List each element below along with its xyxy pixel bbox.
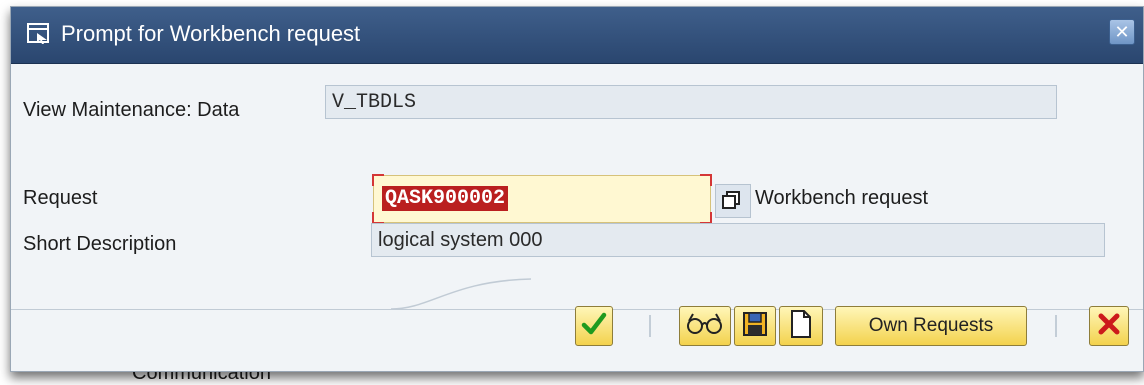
own-requests-button[interactable]: Own Requests xyxy=(835,306,1027,346)
create-request-button[interactable] xyxy=(779,306,823,346)
request-value-help-button[interactable] xyxy=(715,184,751,218)
value-help-icon xyxy=(716,191,750,221)
new-document-icon xyxy=(789,309,813,344)
confirm-button[interactable] xyxy=(575,306,613,346)
own-requests-label: Own Requests xyxy=(868,315,994,336)
short-description-label: Short Description xyxy=(23,233,177,255)
cancel-button[interactable] xyxy=(1089,306,1129,346)
checkmark-icon xyxy=(581,311,607,342)
save-icon xyxy=(741,310,769,343)
close-button[interactable]: ✕ xyxy=(1109,19,1135,45)
request-label: Request xyxy=(23,187,98,209)
close-x-icon: ✕ xyxy=(1114,21,1130,43)
error-marker-top-left xyxy=(372,174,384,186)
short-description-field: logical system 000 xyxy=(371,223,1105,257)
toolbar-separator-2 xyxy=(1055,315,1057,337)
request-type-label: Workbench request xyxy=(755,187,929,209)
request-input[interactable]: QASK900002 xyxy=(372,174,712,224)
toolbar-separator xyxy=(649,315,651,337)
glasses-icon xyxy=(685,311,725,342)
error-marker-top-right xyxy=(700,174,712,186)
cancel-icon xyxy=(1097,312,1121,341)
dialog-titlebar: Prompt for Workbench request ✕ xyxy=(11,7,1143,64)
dialog-title: Prompt for Workbench request xyxy=(61,21,361,46)
view-name-field: V_TBDLS xyxy=(325,85,1057,119)
workbench-request-dialog: Prompt for Workbench request ✕ View Main… xyxy=(10,6,1144,372)
request-value: QASK900002 xyxy=(382,186,509,211)
prompt-window-icon xyxy=(27,23,51,45)
footer-curve xyxy=(391,278,531,310)
view-maintenance-label: View Maintenance: Data xyxy=(23,99,240,121)
save-button[interactable] xyxy=(734,306,776,346)
find-request-button[interactable] xyxy=(679,306,731,346)
